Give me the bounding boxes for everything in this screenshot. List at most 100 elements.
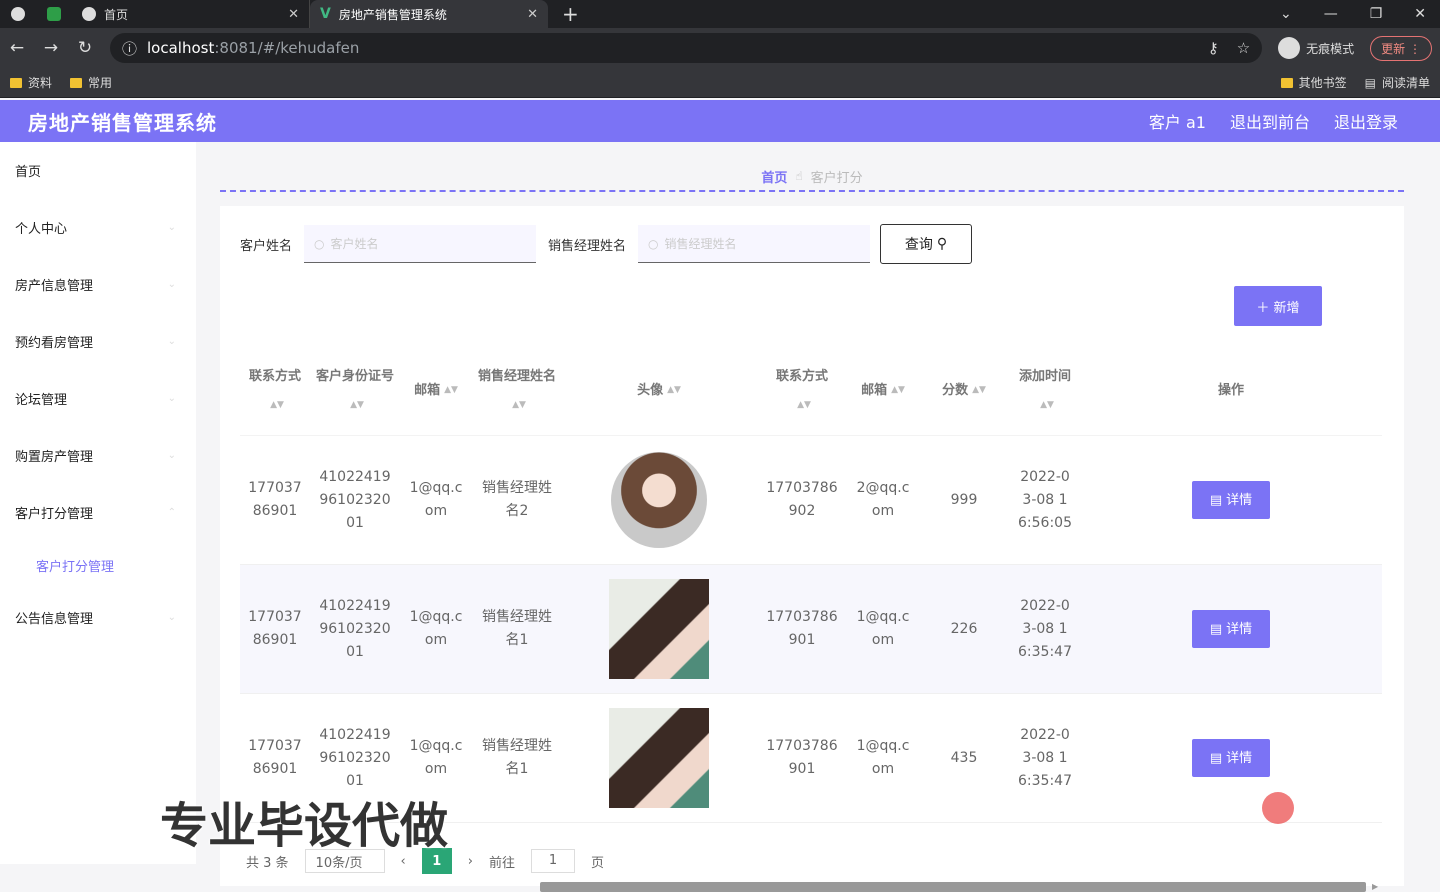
cell-avatar bbox=[562, 579, 756, 679]
incognito-indicator[interactable]: 无痕模式 bbox=[1278, 37, 1354, 59]
sidebar-item-viewing[interactable]: 预约看房管理 ⌄ bbox=[0, 313, 196, 370]
goto-label: 前往 bbox=[488, 855, 515, 871]
detail-button[interactable]: ▤ 详情 bbox=[1192, 739, 1270, 777]
back-to-front-link[interactable]: 退出到前台 bbox=[1230, 109, 1310, 133]
col-header-label: 联系方式 bbox=[775, 368, 828, 384]
breadcrumb-home[interactable]: 首页 bbox=[761, 167, 787, 186]
back-icon[interactable]: ← bbox=[8, 38, 26, 58]
url-field[interactable]: ⓘ localhost:8081/#/kehudafen ⚷ ☆ bbox=[110, 33, 1263, 63]
bookmark-folder[interactable]: 资料 bbox=[10, 74, 52, 91]
other-bookmarks[interactable]: 其他书签 bbox=[1280, 74, 1347, 91]
col-header[interactable]: 客户身份证号 ▲▼ bbox=[310, 363, 400, 419]
detail-button[interactable]: ▤ 详情 bbox=[1192, 610, 1270, 648]
incognito-label: 无痕模式 bbox=[1306, 41, 1355, 56]
sort-icon[interactable]: ▲▼ bbox=[444, 377, 458, 404]
restore-icon[interactable]: ❐ bbox=[1370, 6, 1383, 22]
sidebar-item-home[interactable]: 首页 bbox=[0, 142, 196, 199]
scroll-right-icon[interactable]: ▶ bbox=[1372, 882, 1378, 891]
sidebar-item-property[interactable]: 房产信息管理 ⌄ bbox=[0, 256, 196, 313]
col-header[interactable]: 头像 ▲▼ bbox=[562, 377, 756, 404]
bookmark-label: 常用 bbox=[88, 76, 113, 90]
col-header[interactable]: 邮箱 ▲▼ bbox=[400, 377, 472, 404]
next-page-icon[interactable]: › bbox=[468, 854, 473, 869]
update-button[interactable]: 更新 ⋮ bbox=[1370, 35, 1432, 61]
sort-icon[interactable]: ▲▼ bbox=[350, 400, 364, 410]
sidebar-item-forum[interactable]: 论坛管理 ⌄ bbox=[0, 370, 196, 427]
sort-icon[interactable]: ▲▼ bbox=[270, 400, 284, 410]
page-unit: 页 bbox=[590, 855, 604, 871]
goto-input[interactable]: 1 bbox=[530, 849, 575, 873]
sidebar-item-personal[interactable]: 个人中心 ⌄ bbox=[0, 199, 196, 256]
key-icon[interactable]: ⚷ bbox=[1208, 39, 1219, 57]
star-icon[interactable]: ☆ bbox=[1237, 39, 1250, 57]
minimize-icon[interactable]: — bbox=[1324, 6, 1338, 22]
cell-actions: ▤ 详情 bbox=[1080, 610, 1382, 648]
manager-name-field[interactable]: ○ bbox=[638, 225, 871, 263]
query-button[interactable]: 查询 ⚲ bbox=[880, 224, 973, 264]
manager-name-input[interactable] bbox=[664, 236, 855, 251]
customer-name-field[interactable]: ○ bbox=[304, 225, 537, 263]
sidebar-item-label: 首页 bbox=[15, 165, 42, 180]
address-bar: ← → ↻ ⓘ localhost:8081/#/kehudafen ⚷ ☆ 无痕… bbox=[0, 28, 1440, 68]
detail-button[interactable]: ▤ 详情 bbox=[1192, 481, 1270, 519]
cell-phone: 17703786901 bbox=[248, 609, 302, 648]
pinned-tab-1[interactable] bbox=[0, 0, 36, 28]
new-tab-icon[interactable]: + bbox=[548, 2, 593, 26]
table-header: 联系方式 ▲▼ 客户身份证号▲▼ 邮箱 ▲▼ 销售经理姓名▲▼ 头像 ▲▼ 联系方式 ▲… bbox=[240, 346, 1382, 436]
avatar[interactable] bbox=[609, 579, 709, 679]
chevron-down-icon[interactable]: ⌄ bbox=[1280, 6, 1292, 22]
sidebar-item-notice[interactable]: 公告信息管理 ⌄ bbox=[0, 589, 196, 646]
col-header[interactable]: 联系方式 ▲▼ bbox=[756, 363, 848, 419]
sort-icon[interactable]: ▲▼ bbox=[667, 377, 681, 404]
tab-home[interactable]: 首页 ✕ bbox=[72, 0, 310, 28]
breadcrumb-current: 客户打分 bbox=[810, 170, 863, 186]
horizontal-scrollbar[interactable] bbox=[540, 882, 1366, 892]
chevron-down-icon: ⌄ bbox=[167, 393, 176, 404]
sidebar-item-purchase[interactable]: 购置房产管理 ⌄ bbox=[0, 427, 196, 484]
sort-icon[interactable]: ▲▼ bbox=[797, 400, 811, 410]
info-icon[interactable]: ⓘ bbox=[122, 38, 137, 59]
pinned-tab-2[interactable] bbox=[36, 0, 72, 28]
bookmark-label: 资料 bbox=[28, 76, 53, 90]
cell-id-number: 410224199610232001 bbox=[319, 468, 391, 531]
col-header[interactable]: 分数 ▲▼ bbox=[918, 377, 1010, 404]
sort-icon[interactable]: ▲▼ bbox=[512, 400, 526, 410]
bookmark-folder[interactable]: 常用 bbox=[70, 74, 112, 91]
avatar[interactable] bbox=[611, 452, 707, 548]
tab-label: 首页 bbox=[104, 7, 129, 22]
url-host: localhost bbox=[147, 39, 215, 57]
close-window-icon[interactable]: ✕ bbox=[1414, 6, 1426, 22]
col-header[interactable]: 添加时间 ▲▼ bbox=[1010, 363, 1080, 419]
search-form: 客户姓名 ○ 销售经理姓名 ○ 查询⚲ bbox=[240, 224, 973, 264]
col-header-label: 联系方式 bbox=[248, 368, 301, 384]
bookmark-label: 阅读清单 bbox=[1381, 76, 1430, 90]
col-header[interactable]: 联系方式 ▲▼ bbox=[240, 363, 310, 419]
sort-icon[interactable]: ▲▼ bbox=[1040, 400, 1054, 410]
reading-list[interactable]: ▤ 阅读清单 bbox=[1365, 74, 1430, 91]
globe-icon bbox=[82, 7, 96, 21]
cell-id-number: 410224199610232001 bbox=[319, 597, 391, 660]
forward-icon[interactable]: → bbox=[42, 38, 60, 58]
logout-link[interactable]: 退出登录 bbox=[1334, 109, 1398, 133]
cell-email: 1@qq.com bbox=[409, 609, 463, 648]
tab-active[interactable]: V 房地产销售管理系统 ✕ bbox=[310, 0, 548, 28]
sort-icon[interactable]: ▲▼ bbox=[972, 377, 986, 404]
sidebar-subitem-scoring[interactable]: 客户打分管理 bbox=[0, 541, 196, 589]
col-header[interactable]: 邮箱 ▲▼ bbox=[848, 377, 918, 404]
close-icon[interactable]: ✕ bbox=[527, 7, 538, 22]
detail-label: 详情 bbox=[1226, 750, 1253, 766]
reload-icon[interactable]: ↻ bbox=[76, 38, 94, 58]
col-header-label: 头像 bbox=[637, 383, 664, 398]
add-button[interactable]: ＋ 新增 bbox=[1234, 286, 1322, 326]
col-header[interactable]: 销售经理姓名 ▲▼ bbox=[472, 363, 562, 419]
customer-name-input[interactable] bbox=[330, 236, 521, 251]
sort-icon[interactable]: ▲▼ bbox=[891, 377, 905, 404]
table-row: 17703786901 410224199610232001 1@qq.com … bbox=[240, 436, 1382, 565]
close-icon[interactable]: ✕ bbox=[288, 7, 299, 22]
avatar[interactable] bbox=[609, 708, 709, 808]
sidebar-item-label: 客户打分管理 bbox=[15, 507, 94, 522]
sidebar-item-scoring[interactable]: 客户打分管理 ⌃ bbox=[0, 484, 196, 541]
col-header-label: 添加时间 bbox=[1018, 368, 1071, 384]
cell-manager: 销售经理姓名2 bbox=[482, 480, 552, 519]
customer-name-label: 客户姓名 bbox=[240, 238, 293, 254]
